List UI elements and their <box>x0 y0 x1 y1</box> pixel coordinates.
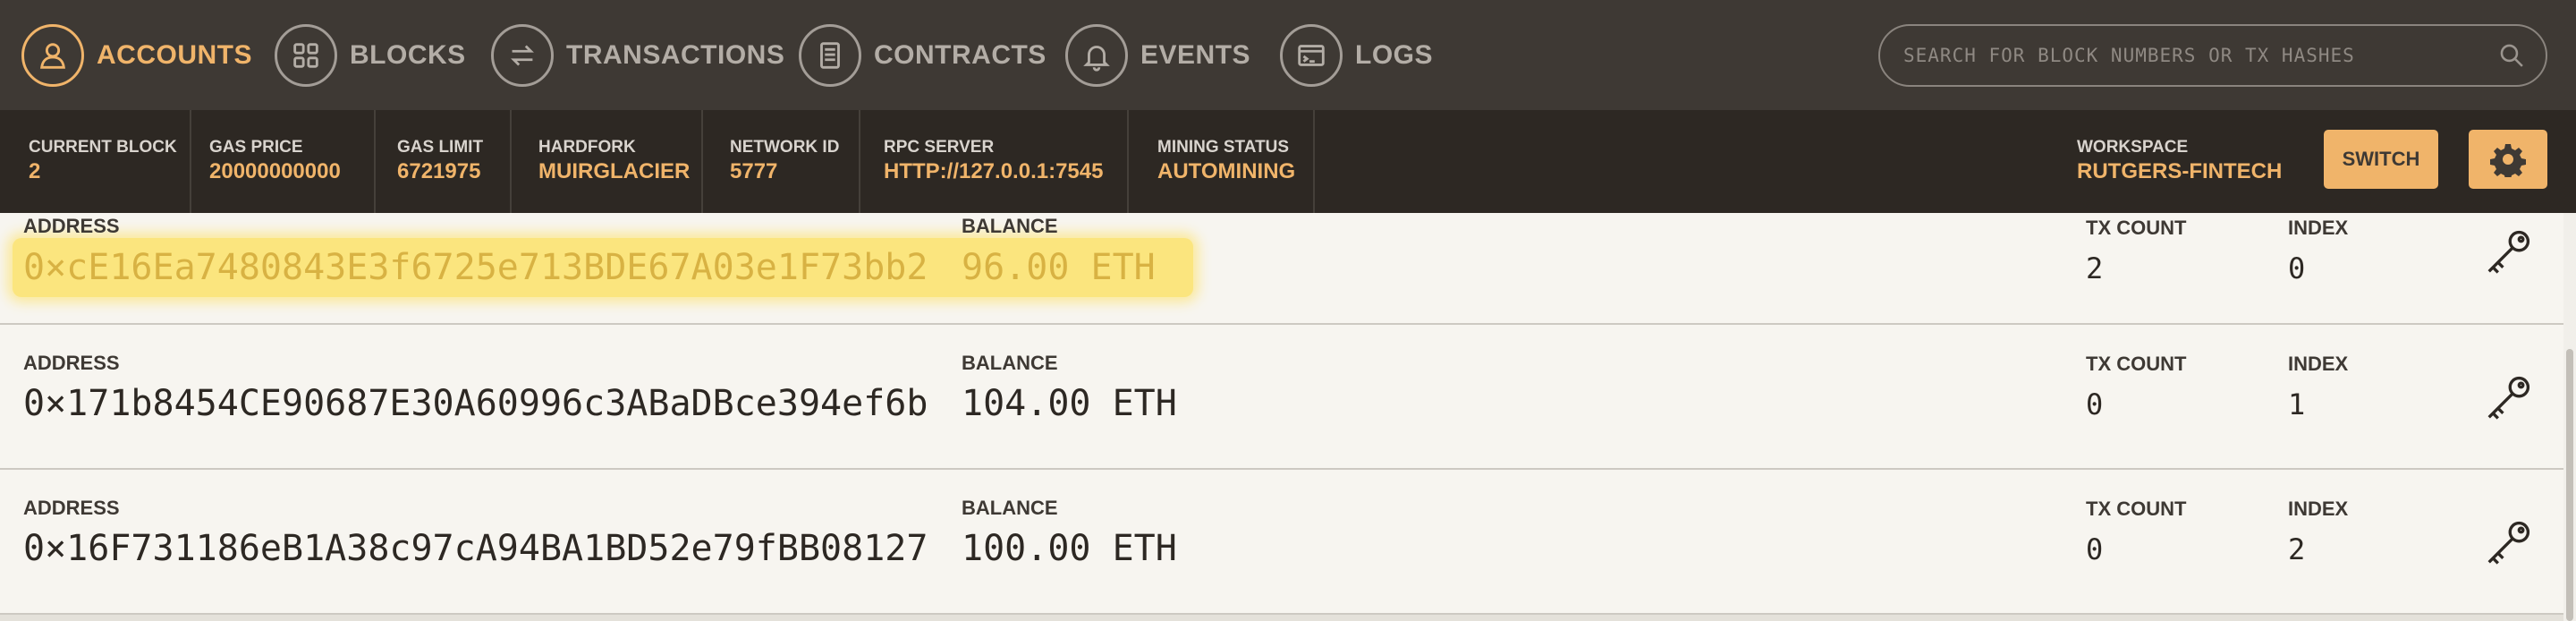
key-icon <box>2487 521 2530 565</box>
top-navigation: ACCOUNTS BLOCKS TRANSACTIONS CONTRACTS E… <box>0 0 2576 110</box>
address-label: ADDRESS <box>23 497 120 519</box>
logs-icon <box>1280 23 1343 87</box>
stat-value: 6721975 <box>397 159 481 183</box>
show-keys-button[interactable] <box>2483 518 2537 572</box>
nav-blocks[interactable]: BLOCKS <box>275 0 466 110</box>
tx-count-label: TX COUNT <box>2086 217 2187 239</box>
stat-value: 20000000000 <box>209 159 341 183</box>
stat-gas-limit: GAS LIMIT 6721975 <box>376 110 512 213</box>
index-label: INDEX <box>2288 217 2349 239</box>
stat-value: MUIRGLACIER <box>538 159 691 183</box>
stat-label: GAS PRICE <box>209 138 303 157</box>
account-tx-count: 2 <box>2086 251 2104 285</box>
balance-label: BALANCE <box>962 352 1058 374</box>
switch-workspace-button[interactable]: SWITCH <box>2324 130 2438 189</box>
stat-network-id: NETWORK ID 5777 <box>703 110 860 213</box>
gear-icon <box>2490 144 2526 177</box>
tx-count-label: TX COUNT <box>2086 498 2187 520</box>
search-icon[interactable] <box>2485 29 2538 82</box>
nav-blocks-label: BLOCKS <box>350 39 466 70</box>
nav-logs[interactable]: LOGS <box>1280 0 1433 110</box>
scrollbar-thumb[interactable] <box>2566 349 2573 621</box>
stat-hardfork: HARDFORK MUIRGLACIER <box>512 110 703 213</box>
account-balance: 96.00 ETH <box>962 247 1156 288</box>
account-balance: 100.00 ETH <box>962 528 1177 569</box>
ganache-window: ACCOUNTS BLOCKS TRANSACTIONS CONTRACTS E… <box>0 0 2576 621</box>
show-keys-button[interactable] <box>2483 373 2537 427</box>
show-keys-button[interactable] <box>2483 227 2537 281</box>
bell-icon <box>1065 23 1128 87</box>
nav-transactions-label: TRANSACTIONS <box>566 39 785 70</box>
nav-contracts-label: CONTRACTS <box>874 39 1046 70</box>
accounts-list: ADDRESS 0×cE16Ea7480843E3f6725e713BDE67A… <box>0 213 2576 621</box>
stat-value: AUTOMINING <box>1157 159 1296 183</box>
account-tx-count: 0 <box>2086 387 2104 421</box>
stat-value: HTTP://127.0.0.1:7545 <box>884 159 1104 183</box>
tx-count-label: TX COUNT <box>2086 353 2187 375</box>
nav-transactions[interactable]: TRANSACTIONS <box>491 0 784 110</box>
account-index: 0 <box>2288 251 2306 285</box>
stat-rpc-server: RPC SERVER HTTP://127.0.0.1:7545 <box>860 110 1129 213</box>
transactions-icon <box>491 23 554 87</box>
nav-contracts[interactable]: CONTRACTS <box>799 0 1046 110</box>
blocks-icon <box>275 23 337 87</box>
stat-label: HARDFORK <box>538 138 636 157</box>
index-label: INDEX <box>2288 498 2349 520</box>
nav-accounts[interactable]: ACCOUNTS <box>21 0 252 110</box>
stat-value: 2 <box>29 159 41 183</box>
account-address: 0×cE16Ea7480843E3f6725e713BDE67A03e1F73b… <box>23 247 928 288</box>
account-index: 1 <box>2288 387 2306 421</box>
status-bar: CURRENT BLOCK 2 GAS PRICE 20000000000 GA… <box>0 110 2576 213</box>
balance-label: BALANCE <box>962 215 1058 237</box>
stat-current-block: CURRENT BLOCK 2 <box>0 110 191 213</box>
balance-label: BALANCE <box>962 497 1058 519</box>
account-tx-count: 0 <box>2086 532 2104 566</box>
account-icon <box>21 23 84 87</box>
search-box[interactable] <box>1878 24 2547 87</box>
account-row[interactable]: ADDRESS 0×cE16Ea7480843E3f6725e713BDE67A… <box>0 213 2563 325</box>
index-label: INDEX <box>2288 353 2349 375</box>
nav-logs-label: LOGS <box>1355 39 1434 70</box>
stat-label: GAS LIMIT <box>397 138 484 157</box>
search-input[interactable] <box>1903 45 2485 66</box>
nav-events-label: EVENTS <box>1140 39 1251 70</box>
stat-label: NETWORK ID <box>730 138 840 157</box>
contracts-icon <box>799 23 861 87</box>
stat-label: MINING STATUS <box>1157 138 1290 157</box>
account-index: 2 <box>2288 532 2306 566</box>
stat-value: RUTGERS-FINTECH <box>2077 159 2283 183</box>
nav-accounts-label: ACCOUNTS <box>97 39 252 70</box>
key-icon <box>2487 376 2530 420</box>
stat-label: WORKSPACE <box>2077 138 2189 157</box>
stat-value: 5777 <box>730 159 778 183</box>
nav-events[interactable]: EVENTS <box>1065 0 1250 110</box>
settings-button[interactable] <box>2469 130 2547 189</box>
account-row[interactable]: ADDRESS 0×171b8454CE90687E30A60996c3ABaD… <box>0 325 2563 470</box>
stat-mining-status: MINING STATUS AUTOMINING <box>1129 110 1315 213</box>
stat-workspace: WORKSPACE RUTGERS-FINTECH <box>2077 110 2309 213</box>
address-label: ADDRESS <box>23 215 120 237</box>
account-balance: 104.00 ETH <box>962 383 1177 424</box>
account-address: 0×171b8454CE90687E30A60996c3ABaDBce394ef… <box>23 383 928 424</box>
account-row[interactable]: ADDRESS 0×16F731186eB1A38c97cA94BA1BD52e… <box>0 470 2563 615</box>
stat-label: RPC SERVER <box>884 138 995 157</box>
account-address: 0×16F731186eB1A38c97cA94BA1BD52e79fBB081… <box>23 528 928 569</box>
key-icon <box>2487 230 2530 274</box>
stat-label: CURRENT BLOCK <box>29 138 177 157</box>
stat-gas-price: GAS PRICE 20000000000 <box>191 110 376 213</box>
address-label: ADDRESS <box>23 352 120 374</box>
